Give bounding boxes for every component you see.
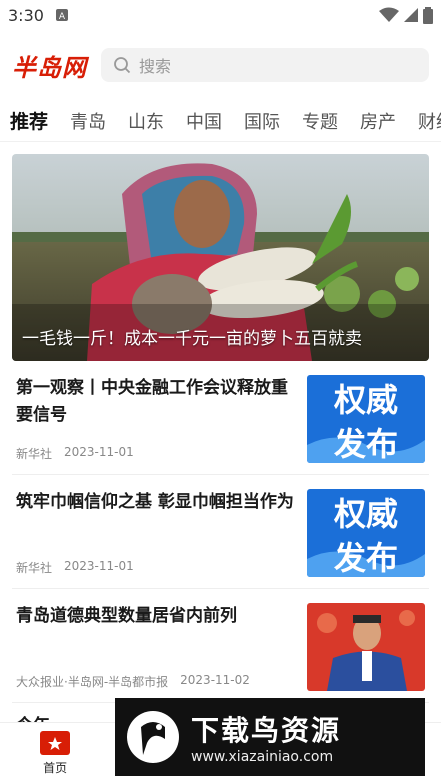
news-item[interactable]: 筑牢巾帼信仰之基 彰显巾帼担当作为 新华社 2023-11-01 权威 发布: [12, 475, 429, 589]
news-thumbnail: [307, 603, 425, 691]
hero-caption: 一毛钱一斤！成本一千元一亩的萝卜五百就卖: [22, 329, 362, 349]
svg-text:A: A: [59, 12, 66, 21]
search-placeholder: 搜索: [139, 57, 172, 76]
nav-home-label: 首页: [43, 761, 68, 775]
thumb-text-bottom: 发布: [334, 425, 398, 463]
news-source: 大众报业·半岛网-半岛都市报: [16, 675, 169, 689]
news-title: 第一观察丨中央金融工作会议释放重要信号: [16, 378, 288, 426]
notification-icon: A: [55, 9, 68, 21]
watermark-logo-icon: [127, 711, 179, 763]
tab-special[interactable]: 专题: [302, 108, 338, 134]
channel-tabs: 推荐 青岛 山东 中国 国际 专题 房产 财经: [0, 100, 441, 142]
watermark-overlay: 下载鸟资源 www.xiazainiao.com: [115, 698, 425, 776]
news-thumbnail: 权威 发布: [307, 489, 425, 577]
search-box[interactable]: 搜索: [101, 48, 429, 82]
news-item[interactable]: 第一观察丨中央金融工作会议释放重要信号 新华社 2023-11-01 权威 发布: [12, 361, 429, 475]
signal-icon: [404, 8, 418, 22]
search-icon: [114, 57, 131, 74]
battery-icon: [423, 6, 433, 24]
watermark-title: 下载鸟资源: [191, 714, 342, 747]
thumb-text-top: 权威: [333, 495, 398, 533]
tab-shandong[interactable]: 山东: [128, 108, 164, 134]
tab-recommend[interactable]: 推荐: [10, 107, 48, 134]
app-logo[interactable]: 半岛网: [12, 48, 87, 83]
wifi-icon: [379, 7, 399, 22]
home-icon: [40, 731, 71, 755]
news-feed: 一毛钱一斤！成本一千元一亩的萝卜五百就卖 第一观察丨中央金融工作会议释放重要信号…: [0, 142, 441, 750]
news-date: 2023-11-01: [64, 445, 134, 459]
tab-international[interactable]: 国际: [244, 108, 280, 134]
tab-realestate[interactable]: 房产: [360, 108, 396, 134]
news-title: 青岛道德典型数量居省内前列: [16, 606, 237, 626]
status-bar: 3:30 A: [0, 0, 441, 30]
tab-qingdao[interactable]: 青岛: [70, 108, 106, 134]
tab-china[interactable]: 中国: [186, 108, 222, 134]
news-source: 新华社: [16, 447, 53, 461]
news-title: 筑牢巾帼信仰之基 彰显巾帼担当作为: [16, 492, 294, 512]
thumb-text-bottom: 发布: [334, 539, 398, 577]
news-thumbnail: 权威 发布: [307, 375, 425, 463]
news-item[interactable]: 青岛道德典型数量居省内前列 大众报业·半岛网-半岛都市报 2023-11-02: [12, 589, 429, 703]
thumb-text-top: 权威: [333, 381, 398, 419]
status-time: 3:30: [8, 5, 44, 25]
nav-home[interactable]: 首页: [0, 723, 110, 784]
tab-finance[interactable]: 财经: [418, 108, 441, 134]
hero-banner[interactable]: 一毛钱一斤！成本一千元一亩的萝卜五百就卖: [12, 154, 429, 361]
news-date: 2023-11-01: [64, 559, 134, 573]
news-date: 2023-11-02: [180, 673, 250, 687]
news-source: 新华社: [16, 561, 53, 575]
watermark-url: www.xiazainiao.com: [191, 749, 334, 765]
header: 半岛网 搜索: [0, 30, 441, 100]
